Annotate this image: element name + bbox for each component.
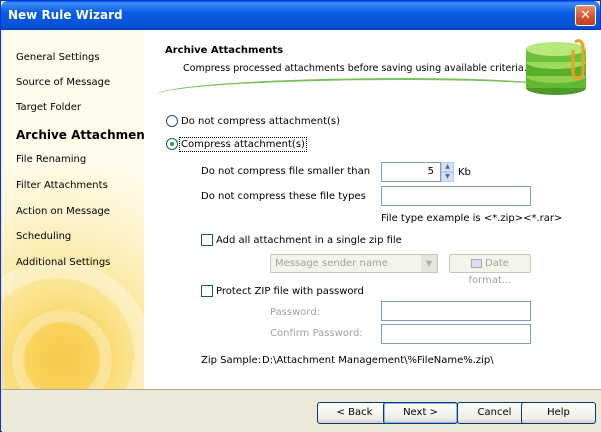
- password-label: Password:: [270, 307, 321, 318]
- page-subtitle: Compress processed attachments before sa…: [183, 63, 527, 74]
- protect-zip-checkbox[interactable]: [201, 285, 213, 297]
- sidebar-item-target-folder[interactable]: Target Folder: [16, 102, 81, 113]
- file-type-example: File type example is <*.zip><*.rar>: [381, 213, 563, 224]
- confirm-password-input[interactable]: [381, 324, 531, 344]
- min-size-stepper[interactable]: ▲ ▼: [441, 162, 454, 182]
- close-icon[interactable]: ✕: [575, 5, 596, 26]
- chevron-down-icon[interactable]: ▼: [421, 255, 437, 272]
- password-input[interactable]: [381, 301, 531, 321]
- sidebar-item-file-renaming[interactable]: File Renaming: [16, 154, 86, 165]
- compress-radio[interactable]: [166, 138, 178, 150]
- window-title: New Rule Wizard: [8, 8, 123, 22]
- single-zip-checkbox[interactable]: [201, 234, 213, 246]
- no-compress-label[interactable]: Do not compress attachment(s): [181, 116, 340, 127]
- sidebar-item-filter-attachments[interactable]: Filter Attachments: [16, 180, 108, 191]
- header-divider: [154, 78, 574, 108]
- sidebar-item-scheduling[interactable]: Scheduling: [16, 231, 71, 242]
- compress-label[interactable]: Compress attachment(s): [179, 137, 307, 152]
- sidebar-item-source-of-message[interactable]: Source of Message: [16, 77, 110, 88]
- zip-sample-label: Zip Sample:: [201, 355, 262, 366]
- protect-zip-label[interactable]: Protect ZIP file with password: [216, 286, 364, 297]
- wizard-window: New Rule Wizard ✕ General Settings Sourc…: [0, 0, 601, 432]
- content-panel: Archive Attachments Compress processed a…: [144, 30, 601, 389]
- single-zip-label[interactable]: Add all attachment in a single zip file: [216, 235, 402, 246]
- sidebar-item-archive-attachments[interactable]: Archive Attachments: [16, 128, 144, 142]
- no-compress-radio[interactable]: [166, 115, 178, 127]
- exclude-types-label: Do not compress these file types: [201, 191, 366, 202]
- back-button[interactable]: < Back: [317, 402, 392, 424]
- exclude-types-input[interactable]: [381, 186, 531, 206]
- help-button[interactable]: Help: [521, 402, 596, 424]
- min-size-unit: Kb: [458, 167, 471, 178]
- sidebar-item-general-settings[interactable]: General Settings: [16, 52, 100, 63]
- zip-name-value: Message sender name: [275, 258, 388, 269]
- zip-sample-value: D:\Attachment Management\%FileName%.zip\: [262, 355, 494, 366]
- confirm-password-label: Confirm Password:: [270, 328, 363, 339]
- archive-logo: [526, 39, 586, 95]
- calendar-icon: [471, 258, 483, 268]
- min-size-input[interactable]: 5: [381, 162, 441, 182]
- date-format-button[interactable]: Date format...: [449, 254, 531, 286]
- page-title: Archive Attachments: [165, 45, 284, 56]
- min-size-label: Do not compress file smaller than: [201, 166, 371, 177]
- zip-name-select[interactable]: Message sender name ▼: [270, 254, 438, 273]
- stepper-down-icon[interactable]: ▼: [441, 172, 454, 182]
- page-header: Archive Attachments Compress processed a…: [144, 30, 601, 100]
- sidebar: General Settings Source of Message Targe…: [2, 30, 144, 389]
- footer-bar: < Back Next > Cancel Help: [2, 389, 601, 432]
- next-button[interactable]: Next >: [383, 402, 458, 424]
- title-bar: New Rule Wizard ✕: [1, 1, 600, 30]
- stepper-up-icon[interactable]: ▲: [441, 162, 454, 172]
- sidebar-item-action-on-message[interactable]: Action on Message: [16, 206, 110, 217]
- sidebar-item-additional-settings[interactable]: Additional Settings: [16, 257, 110, 268]
